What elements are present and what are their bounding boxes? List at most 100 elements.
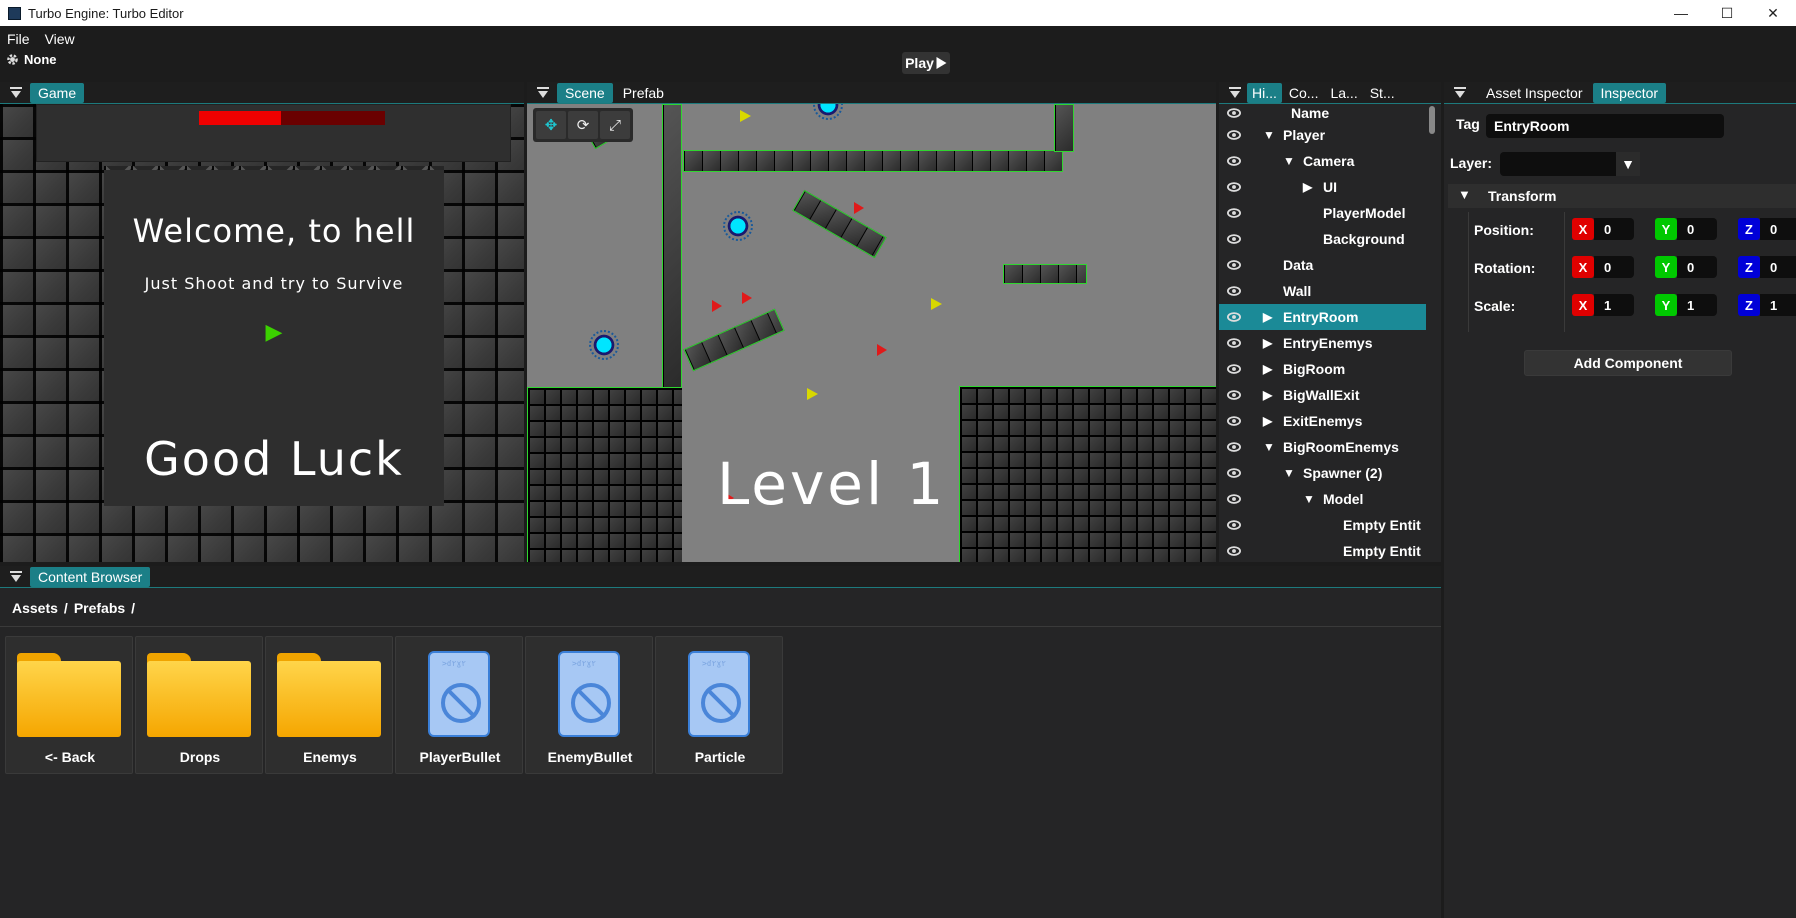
tab-inspector[interactable]: Inspector [1592, 82, 1667, 103]
hierarchy-item[interactable]: ▶ EntryEnemys [1219, 330, 1426, 356]
eye-icon[interactable] [1227, 232, 1241, 246]
eye-icon[interactable] [1227, 440, 1241, 454]
breadcrumb-prefabs[interactable]: Prefabs [74, 600, 125, 616]
tab-layers[interactable]: La... [1325, 83, 1362, 103]
spawner-entity[interactable] [723, 211, 753, 241]
tag-input[interactable]: EntryRoom [1486, 114, 1724, 138]
scale-x-field[interactable]: 1 [1594, 294, 1634, 316]
move-gizmo-icon[interactable]: ✥ [536, 111, 566, 139]
tab-components[interactable]: Co... [1284, 83, 1324, 103]
eye-icon[interactable] [1227, 466, 1241, 480]
chevron-down-icon[interactable]: ▼ [1263, 440, 1275, 454]
panel-divider[interactable] [1216, 82, 1219, 562]
wall-corner[interactable] [1054, 104, 1074, 152]
hierarchy-item[interactable]: ▼ Model [1219, 486, 1426, 512]
chevron-down-icon[interactable]: ▼ [1616, 152, 1640, 176]
eye-icon[interactable] [1227, 154, 1241, 168]
prefab-item[interactable]: >ɗ۲ɣ۲ EnemyBullet [525, 636, 653, 774]
wall-diagonal[interactable] [792, 189, 887, 259]
eye-icon[interactable] [1227, 180, 1241, 194]
eye-icon[interactable] [1227, 414, 1241, 428]
chevron-right-icon[interactable]: ▶ [1263, 310, 1272, 324]
tab-hierarchy[interactable]: Hi... [1247, 82, 1282, 103]
eye-icon[interactable] [1227, 544, 1241, 558]
hierarchy-item[interactable]: ▼ Camera [1219, 148, 1426, 174]
collapse-icon[interactable] [535, 85, 551, 101]
rotation-x-field[interactable]: 0 [1594, 256, 1634, 278]
panel-divider[interactable] [0, 562, 1441, 566]
eye-icon[interactable] [1227, 310, 1241, 324]
pickup-marker[interactable] [740, 110, 751, 122]
eye-icon[interactable] [1227, 258, 1241, 272]
eye-icon[interactable] [1227, 284, 1241, 298]
panel-divider[interactable] [524, 82, 527, 562]
breadcrumb-assets[interactable]: Assets [12, 600, 58, 616]
panel-divider[interactable] [1441, 82, 1444, 918]
tab-scene[interactable]: Scene [557, 82, 613, 103]
hierarchy-item[interactable]: Empty Entit [1219, 512, 1426, 538]
hierarchy-item[interactable]: ▼ Spawner (2) [1219, 460, 1426, 486]
tab-game[interactable]: Game [30, 82, 85, 103]
hierarchy-item[interactable]: ▶ ExitEnemys [1219, 408, 1426, 434]
eye-icon[interactable] [1227, 388, 1241, 402]
minimize-button[interactable]: — [1658, 0, 1704, 26]
folder-item[interactable]: Drops [135, 636, 263, 774]
enemy-marker[interactable] [877, 344, 887, 356]
folder-item[interactable]: Enemys [265, 636, 393, 774]
add-component-button[interactable]: Add Component [1524, 350, 1732, 376]
position-z-field[interactable]: 0 [1760, 218, 1796, 240]
chevron-right-icon[interactable]: ▶ [1263, 388, 1272, 402]
hierarchy-item[interactable]: ▶ EntryRoom [1219, 304, 1426, 330]
menu-file[interactable]: File [0, 31, 36, 47]
game-viewport[interactable]: Welcome, to hell Just Shoot and try to S… [0, 104, 524, 562]
tab-prefab[interactable]: Prefab [615, 83, 672, 103]
eye-icon[interactable] [1227, 518, 1241, 532]
wall-diagonal[interactable] [683, 308, 785, 372]
tab-content-browser[interactable]: Content Browser [30, 566, 151, 587]
chevron-down-icon[interactable]: ▼ [1263, 128, 1275, 142]
tab-stats[interactable]: St... [1365, 83, 1400, 103]
collapse-icon[interactable] [8, 85, 24, 101]
wall-short[interactable] [1003, 264, 1087, 284]
collapse-icon[interactable] [1452, 85, 1468, 101]
scene-selector[interactable]: None [6, 52, 57, 67]
transform-header[interactable]: ▼ Transform [1448, 184, 1796, 208]
folder-item[interactable]: <- Back [5, 636, 133, 774]
rotation-z-field[interactable]: 0 [1760, 256, 1796, 278]
enemy-marker[interactable] [854, 202, 864, 214]
chevron-down-icon[interactable]: ▼ [1283, 466, 1295, 480]
eye-icon[interactable] [1227, 106, 1241, 120]
scale-gizmo-icon[interactable]: ⤢ [600, 111, 630, 139]
chevron-down-icon[interactable]: ▼ [1303, 492, 1315, 506]
hierarchy-item[interactable]: ▶ BigRoom [1219, 356, 1426, 382]
hierarchy-scrollbar[interactable] [1429, 106, 1435, 134]
chevron-down-icon[interactable]: ▼ [1283, 154, 1295, 168]
collapse-icon[interactable] [8, 569, 24, 585]
hierarchy-item[interactable]: Empty Entit [1219, 538, 1426, 562]
game-play-icon[interactable]: ▶ [104, 320, 444, 345]
chevron-right-icon[interactable]: ▶ [1263, 336, 1272, 350]
rotation-y-field[interactable]: 0 [1677, 256, 1717, 278]
tab-asset-inspector[interactable]: Asset Inspector [1478, 83, 1591, 103]
enemy-marker[interactable] [712, 300, 722, 312]
menu-view[interactable]: View [38, 31, 81, 47]
scale-y-field[interactable]: 1 [1677, 294, 1717, 316]
enemy-marker[interactable] [742, 292, 752, 304]
collapse-icon[interactable] [1227, 85, 1243, 101]
spawner-entity[interactable] [813, 104, 843, 120]
hierarchy-item[interactable]: ▼ BigRoomEnemys [1219, 434, 1426, 460]
chevron-right-icon[interactable]: ▶ [1263, 414, 1272, 428]
hierarchy-item[interactable]: ▶ BigWallExit [1219, 382, 1426, 408]
eye-icon[interactable] [1227, 492, 1241, 506]
eye-icon[interactable] [1227, 336, 1241, 350]
wall-horizontal[interactable] [683, 150, 1063, 172]
hierarchy-item[interactable]: Background [1219, 226, 1426, 252]
chevron-right-icon[interactable]: ▶ [1303, 180, 1312, 194]
hierarchy-item[interactable]: Data [1219, 252, 1426, 278]
prefab-item[interactable]: >ɗ۲ɣ۲ Particle [655, 636, 783, 774]
layer-dropdown[interactable]: ▼ [1500, 152, 1640, 176]
wall-vertical[interactable] [662, 104, 682, 388]
spawner-entity[interactable] [589, 330, 619, 360]
scene-viewport[interactable]: Level 1 ✥ ⟳ ⤢ [527, 104, 1216, 562]
hierarchy-item[interactable]: ▼ Player [1219, 122, 1426, 148]
